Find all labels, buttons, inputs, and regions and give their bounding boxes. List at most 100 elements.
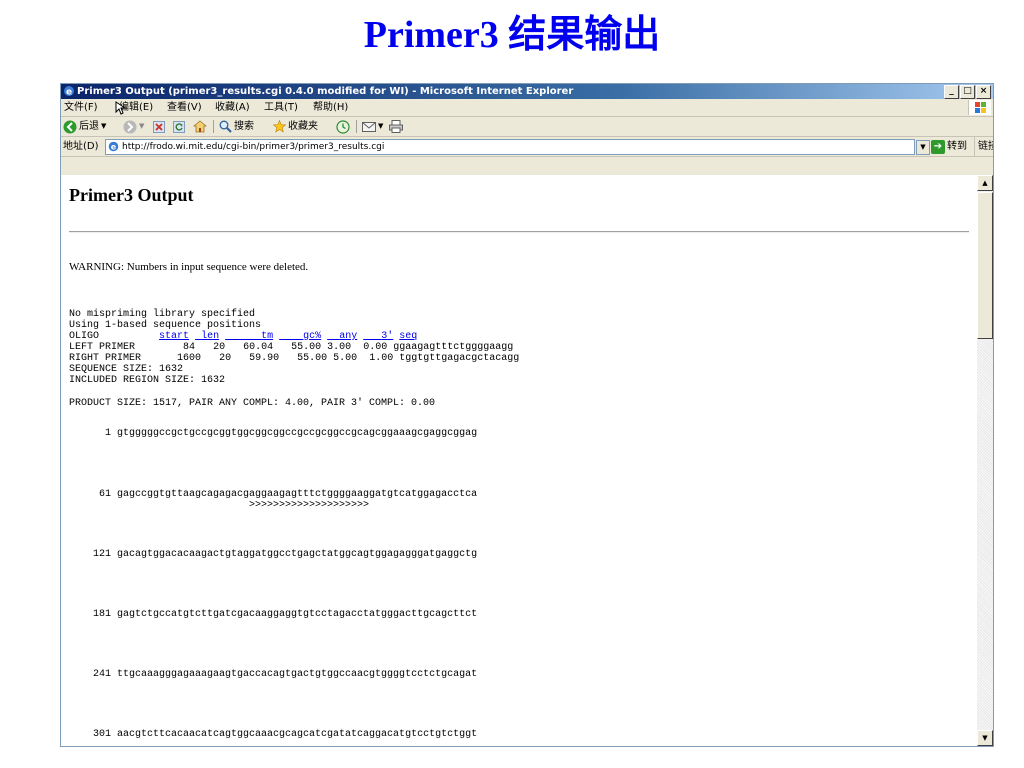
info-line: Using 1-based sequence positions [69,320,262,331]
col-tm-label: tm [261,331,274,342]
sequence-bases: aacgtcttcacaacatcagtggcaaacgcagcatcgatat… [117,729,478,740]
page-ie-icon: e [108,141,119,152]
back-label: 后退 [79,121,99,132]
col-len-link[interactable]: len [195,331,219,342]
page-heading: Primer3 Output [69,185,194,205]
primer-gc: 55.00 [291,342,322,353]
col-gc-link[interactable]: gc% [279,331,321,342]
scrollbar-thumb[interactable] [977,192,993,339]
sequence-position: 1 [104,428,111,439]
product-size: PRODUCT SIZE: 1517, PAIR ANY COMPL: 4.00… [69,398,436,409]
col-len-label: len [201,331,220,342]
forward-button[interactable]: ▼ [123,117,144,136]
window-title: Primer3 Output (primer3_results.cgi 0.4.… [77,86,574,97]
primer-tm: 60.04 [243,342,274,353]
menu-view[interactable]: 查看(V) [167,99,202,116]
menu-tools[interactable]: 工具(T) [264,99,298,116]
primer-len: 20 [219,353,232,364]
favorites-button[interactable]: 收藏夹 [273,117,318,136]
menu-help[interactable]: 帮助(H) [313,99,348,116]
search-icon [219,120,232,133]
col-3prime-link[interactable]: 3' [363,331,393,342]
ie-logo-icon: e [64,86,74,97]
go-button[interactable]: ➔ 转到 [931,138,967,155]
sequence-bases: ttgcaaagggagaaagaagtgaccacagtgactgtggcca… [117,669,478,680]
col-seq-link[interactable]: seq [399,331,417,342]
favorites-label: 收藏夹 [288,121,318,132]
primer-any: 5.00 [333,353,358,364]
close-button[interactable]: × [976,85,991,99]
toolbar: 后退 ▼ ▼ 搜索 收藏夹 ▼ [61,117,993,137]
sequence-line: 301 aacgtcttcacaacatcagtggcaaacgcagcatcg… [69,729,477,740]
menu-file[interactable]: 文件(F) [64,99,98,116]
primer-name: RIGHT PRIMER [69,353,142,364]
windows-logo-icon [968,100,991,115]
history-icon [336,119,350,134]
primer-start: 1600 [177,353,202,364]
primer-len: 20 [213,342,226,353]
primer-tm: 59.90 [249,353,280,364]
address-dropdown-icon[interactable]: ▼ [916,140,930,155]
col-start-link[interactable]: start [159,331,189,342]
print-icon [389,120,403,133]
back-dropdown-icon[interactable]: ▼ [101,117,106,136]
primer-3prime: 1.00 [369,353,394,364]
back-button[interactable]: 后退 ▼ [63,117,106,136]
links-button[interactable]: 链接 » [974,137,993,156]
col-any-label: any [339,331,358,342]
col-any-link[interactable]: any [327,331,357,342]
info-line: No mispriming library specified [69,309,256,320]
stop-button[interactable] [153,117,165,136]
favorites-star-icon [273,120,286,133]
primer-seq: ggaagagtttctggggaagg [393,342,514,353]
minimize-button[interactable]: _ [944,85,959,99]
page-content: Primer3 Output WARNING: Numbers in input… [61,175,977,746]
window-titlebar[interactable]: e Primer3 Output (primer3_results.cgi 0.… [61,84,993,99]
menu-favorites[interactable]: 收藏(A) [215,99,250,116]
mail-dropdown-icon[interactable]: ▼ [378,117,383,136]
scroll-up-icon[interactable]: ▲ [977,175,993,191]
divider [69,231,969,233]
sequence-line: 61 gagccggtgttaagcagagacgaggaagagtttctgg… [69,489,477,500]
primer-row-right: RIGHT PRIMER 1600 20 59.90 55.00 5.00 1.… [69,353,519,364]
sequence-position: 61 [98,489,111,500]
search-button[interactable]: 搜索 [219,117,254,136]
go-label: 转到 [947,141,967,152]
links-label: 链接 [978,141,993,152]
primer-seq: tggtgttgagacgctacagg [399,353,520,364]
menu-bar: 文件(F) 编辑(E) 查看(V) 收藏(A) 工具(T) 帮助(H) [61,99,993,117]
warning-text: WARNING: Numbers in input sequence were … [69,261,309,273]
col-gc-label: gc% [303,331,322,342]
col-tm-link[interactable]: tm [225,331,273,342]
sequence-position: 121 [92,549,111,560]
sequence-size: SEQUENCE SIZE: 1632 [69,364,184,375]
oligo-header-row: OLIGO start len tm gc% any 3' seq [69,331,417,342]
sequence-position: 241 [92,669,111,680]
vertical-scrollbar[interactable]: ▲ ▼ [977,175,993,746]
address-label: 地址(D) [63,141,99,152]
sequence-bases: gagccggtgttaagcagagacgaggaagagtttctgggga… [117,489,478,500]
primer-start: 84 [183,342,196,353]
history-button[interactable] [336,117,350,136]
refresh-button[interactable] [173,117,185,136]
slide-title: Primer3 结果输出 [363,14,661,56]
mail-icon [362,121,376,132]
print-button[interactable] [389,117,403,136]
sequence-position: 181 [92,609,111,620]
scroll-down-icon[interactable]: ▼ [977,730,993,746]
primer-any: 3.00 [327,342,352,353]
home-button[interactable] [193,117,207,136]
primer-3prime: 0.00 [363,342,388,353]
sequence-line: 241 ttgcaaagggagaaagaagtgaccacagtgactgtg… [69,669,477,680]
mail-button[interactable]: ▼ [362,117,383,136]
sequence-bases: gtgggggccgctgccgcggtggcggcggccgccgcggccg… [117,428,478,439]
browser-window: e Primer3 Output (primer3_results.cgi 0.… [60,83,994,747]
forward-dropdown-icon[interactable]: ▼ [139,117,144,136]
svg-text:e: e [111,143,117,152]
maximize-button[interactable]: □ [960,85,975,99]
included-region-size: INCLUDED REGION SIZE: 1632 [69,375,226,386]
address-input[interactable]: e http://frodo.wi.mit.edu/cgi-bin/primer… [105,139,915,155]
col-3prime-label: 3' [381,331,394,342]
sequence-bases: gagtctgccatgtcttgatcgacaaggaggtgtcctagac… [117,609,478,620]
stop-icon [153,120,165,133]
